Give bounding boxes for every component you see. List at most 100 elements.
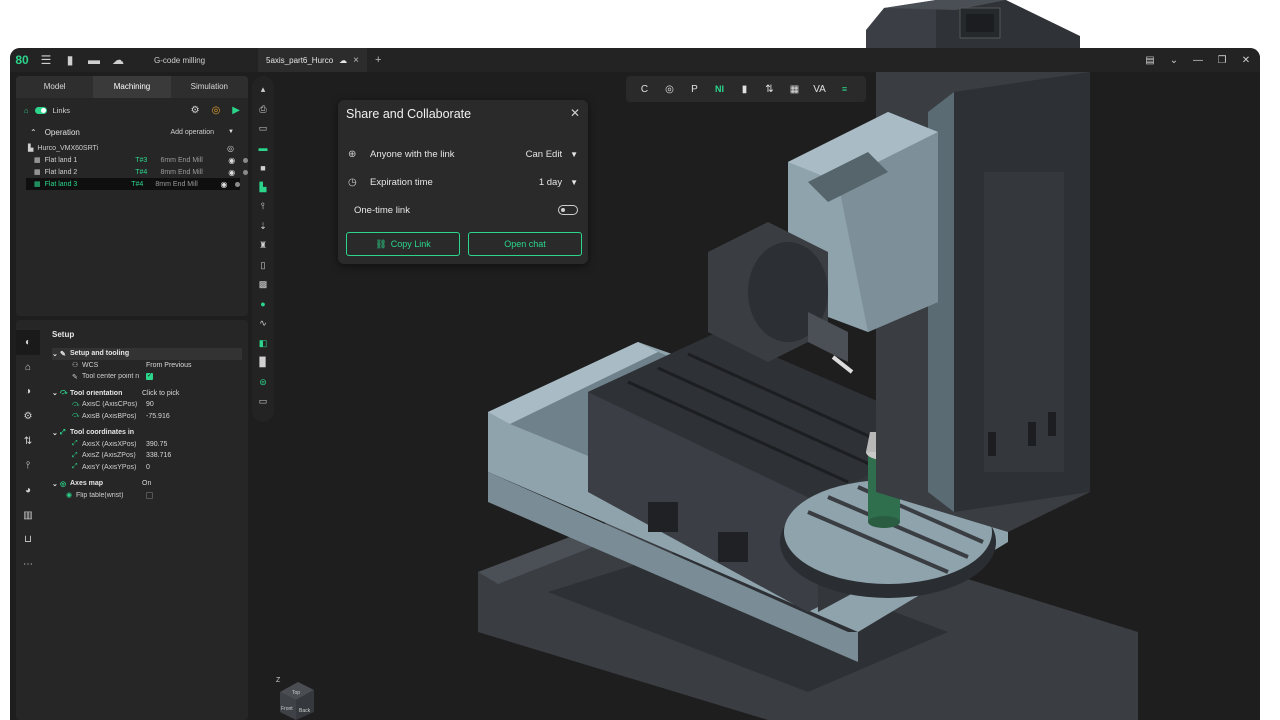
stop-icon[interactable]: ◎ [212, 105, 221, 116]
tool-icon[interactable]: ⫯ [16, 453, 40, 478]
operation-row[interactable]: ▦ Flat land 2 T#4 8mm End Mill ◉ [16, 166, 248, 178]
machine-icon[interactable]: ⊜ [252, 373, 274, 393]
flip-table-row[interactable]: ◉ Flip table(wrist) [52, 490, 242, 502]
toolpath-icon[interactable]: ● [252, 295, 274, 315]
more-icon[interactable]: ⋯ [16, 552, 40, 577]
box-icon[interactable]: ■ [252, 158, 274, 178]
toolbar-c-icon[interactable]: C [632, 84, 657, 95]
axis-c-row[interactable]: ⤼ AxisC (AxisCPos) 90 [52, 399, 242, 411]
gear-icon[interactable]: ⚙ [191, 105, 200, 116]
tab-close-icon[interactable]: × [353, 55, 359, 66]
open-folder-icon[interactable]: ▬ [82, 48, 106, 72]
chevron-down-icon[interactable]: ⌄ [1166, 55, 1182, 66]
tcp-checkbox[interactable]: ✓ [146, 373, 153, 381]
minimize-icon[interactable]: — [1190, 55, 1206, 66]
compass-icon[interactable]: ◑ [16, 379, 40, 404]
copy-link-button[interactable]: ⛓ Copy Link [346, 232, 460, 256]
speed-icon[interactable]: ◕ [16, 478, 40, 503]
operation-row[interactable]: ▦ Flat land 1 T#3 6mm End Mill ◉ [16, 154, 248, 166]
toolbar-sort-icon[interactable]: ⇅ [757, 84, 782, 95]
collapse-icon[interactable]: ▴ [252, 80, 274, 100]
print-icon[interactable]: ⎙ [252, 100, 274, 120]
part-icon[interactable]: ▬ [252, 139, 274, 159]
axis-x-row[interactable]: ⤢ AxisX (AxisXPos) 390.75 [52, 439, 242, 451]
axis-c-value[interactable]: 90 [146, 401, 154, 408]
drill-icon[interactable]: ⇣ [252, 217, 274, 237]
setup-icon[interactable]: ◐ [16, 330, 40, 355]
toolbar-stock-icon[interactable]: ▮ [732, 84, 757, 95]
expiration-row[interactable]: ◷ Expiration time 1 day ▼ [348, 174, 578, 190]
app-logo[interactable]: 80 [10, 48, 34, 72]
view-cube[interactable]: Z Top Front Back [268, 672, 320, 720]
close-icon[interactable]: ✕ [1238, 55, 1254, 66]
toolbar-camera-icon[interactable]: ◎ [657, 84, 682, 95]
axis-z-row[interactable]: ⤢ AxisZ (AxisZPos) 338.716 [52, 450, 242, 462]
chevron-down-icon[interactable]: ▼ [570, 150, 578, 159]
screen-icon[interactable]: ▭ [252, 392, 274, 412]
axis-x-value[interactable]: 390.75 [146, 441, 167, 448]
onetime-toggle[interactable] [558, 205, 578, 215]
file-tab[interactable]: 5axis_part6_Hurco ☁ × [258, 48, 367, 72]
access-value[interactable]: Can Edit [526, 149, 562, 160]
grid-icon[interactable]: ▩ [252, 275, 274, 295]
tool-orientation-group[interactable]: ⌄ ⤼ Tool orientation Click to pick [52, 388, 242, 400]
chat-icon[interactable]: ▤ [1142, 55, 1158, 66]
axis-y-value[interactable]: 0 [146, 464, 150, 471]
dialog-close-icon[interactable]: ✕ [570, 106, 580, 120]
axis-b-row[interactable]: ⤼ AxisB (AxisBPos) -75.916 [52, 411, 242, 423]
stock-icon[interactable]: ⌂ [16, 355, 40, 380]
cloud-icon[interactable]: ☁ [106, 48, 130, 72]
wave-icon[interactable]: ∿ [252, 314, 274, 334]
tab-machining[interactable]: Machining [93, 76, 171, 98]
tab-simulation[interactable]: Simulation [171, 76, 248, 98]
tab-model[interactable]: Model [16, 76, 93, 98]
toolbar-table-icon[interactable]: ▦ [782, 84, 807, 95]
add-tab-button[interactable]: + [375, 54, 381, 66]
toolbar-ni-icon[interactable]: NI [707, 84, 732, 94]
axis-y-row[interactable]: ⤢ AxisY (AxisYPos) 0 [52, 462, 242, 474]
axes-map-group[interactable]: ⌄ ◎ Axes map On [52, 478, 242, 490]
tcp-row[interactable]: ✎ Tool center point n ✓ [52, 371, 242, 383]
click-to-pick[interactable]: Click to pick [142, 390, 179, 397]
restore-icon[interactable]: ❐ [1214, 55, 1230, 66]
target-icon[interactable]: ◉ [220, 180, 227, 189]
machine-tree-item[interactable]: ▙ Hurco_VMX60SRTi ◎ [16, 142, 248, 154]
gear-icon[interactable]: ⚙ [16, 404, 40, 429]
play-icon[interactable]: ▶ [232, 105, 240, 116]
links-toggle[interactable] [34, 106, 47, 114]
tool-icon[interactable]: ⫯ [252, 197, 274, 217]
axis-b-value[interactable]: -75.916 [146, 413, 170, 420]
target-icon[interactable]: ◉ [228, 156, 235, 165]
fixture-icon[interactable]: ▙ [252, 178, 274, 198]
expiration-value[interactable]: 1 day [539, 177, 562, 188]
stock-icon[interactable]: ▭ [252, 119, 274, 139]
links-icon[interactable]: ⇅ [16, 429, 40, 454]
toolbar-probe-icon[interactable]: P [682, 84, 707, 95]
visibility-icon[interactable]: ◎ [227, 144, 234, 153]
operation-row-selected[interactable]: ▦ Flat land 3 T#4 8mm End Mill ◉ [26, 178, 241, 190]
add-operation-dropdown-icon[interactable]: ▼ [228, 129, 234, 135]
setup-tooling-group[interactable]: ⌄ ✎ Setup and tooling [52, 348, 242, 360]
frame-icon[interactable]: ▯ [252, 256, 274, 276]
book-icon[interactable]: ▉ [252, 353, 274, 373]
links-icon[interactable]: ⌂ [24, 106, 29, 115]
toolbar-layers-icon[interactable]: ≡ [832, 84, 857, 94]
new-file-icon[interactable]: ▮ [58, 48, 82, 72]
open-chat-button[interactable]: Open chat [468, 232, 582, 256]
holder-icon[interactable]: ♜ [252, 236, 274, 256]
layers-icon[interactable]: ◧ [252, 334, 274, 354]
axes-map-value[interactable]: On [142, 480, 151, 487]
add-operation-button[interactable]: Add operation [170, 129, 214, 136]
target-icon[interactable]: ◉ [228, 168, 235, 177]
chevron-down-icon[interactable]: ▼ [570, 178, 578, 187]
tool-coordinates-group[interactable]: ⌄ ⤢ Tool coordinates in [52, 427, 242, 439]
axis-z-value[interactable]: 338.716 [146, 452, 171, 459]
toolbar-va-icon[interactable]: VA [807, 84, 832, 95]
access-row[interactable]: ⊕ Anyone with the link Can Edit ▼ [348, 146, 578, 162]
menu-icon[interactable]: ☰ [34, 48, 58, 72]
clamp-icon[interactable]: ⊔ [16, 528, 40, 553]
wcs-row[interactable]: ⚇ WCS From Previous [52, 360, 242, 372]
chevron-up-icon[interactable]: ⌃ [30, 128, 37, 137]
fixture-icon[interactable]: ▥ [16, 503, 40, 528]
flip-table-checkbox[interactable] [146, 491, 153, 499]
